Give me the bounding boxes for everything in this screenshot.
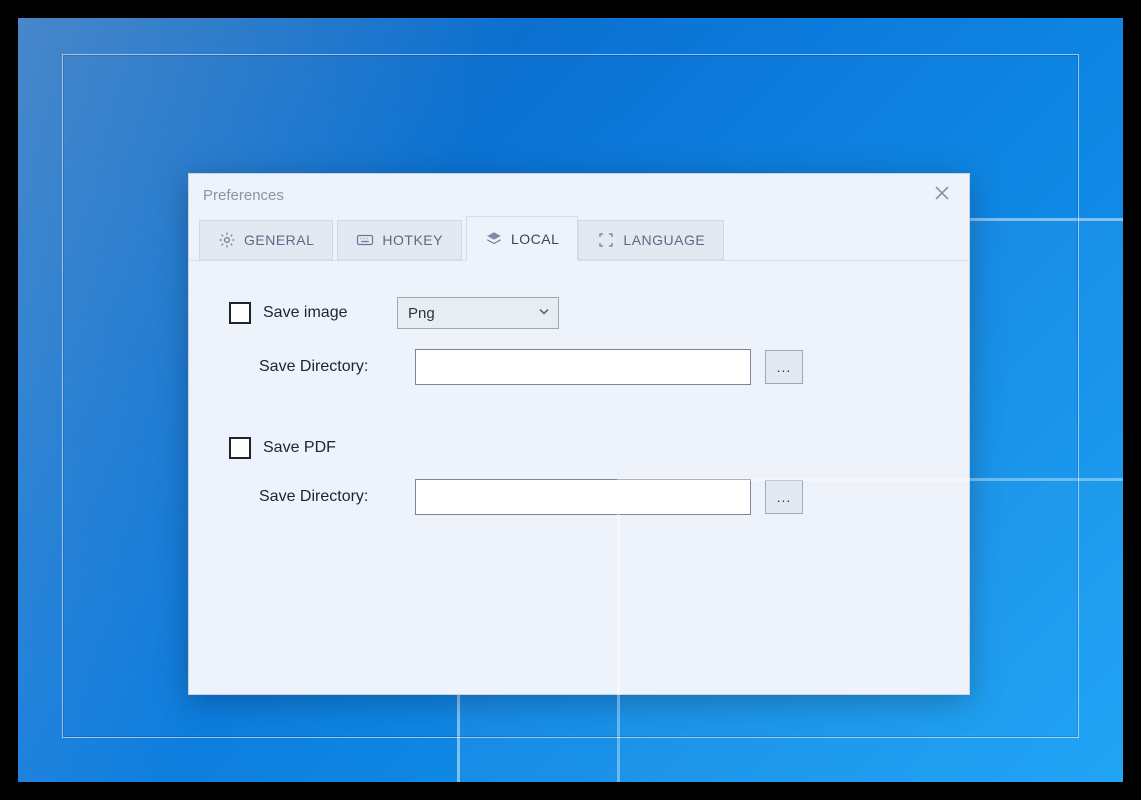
tab-language-label: LANGUAGE <box>623 232 705 248</box>
browse-pdf-dir-button[interactable]: ... <box>765 480 803 514</box>
tab-general[interactable]: GENERAL <box>199 220 333 260</box>
chevron-down-icon <box>538 305 550 322</box>
keyboard-icon <box>356 231 374 249</box>
save-pdf-row: Save PDF <box>229 437 929 459</box>
save-image-label: Save image <box>263 304 383 322</box>
image-format-value: Png <box>408 305 435 322</box>
save-pdf-dir-input[interactable] <box>415 479 751 515</box>
browse-image-dir-button[interactable]: ... <box>765 350 803 384</box>
desktop-background: Preferences GENERAL HOTKEY <box>18 18 1123 782</box>
save-pdf-label: Save PDF <box>263 439 383 457</box>
dialog-titlebar: Preferences <box>189 174 969 216</box>
save-pdf-checkbox[interactable] <box>229 437 251 459</box>
tab-general-label: GENERAL <box>244 232 314 248</box>
save-image-checkbox[interactable] <box>229 302 251 324</box>
layers-icon <box>485 230 503 248</box>
image-format-select[interactable]: Png <box>397 297 559 329</box>
save-pdf-dir-label: Save Directory: <box>259 488 409 506</box>
tab-hotkey-label: HOTKEY <box>382 232 443 248</box>
gear-icon <box>218 231 236 249</box>
save-image-dir-row: Save Directory: ... <box>229 349 929 385</box>
tab-local[interactable]: LOCAL <box>466 216 578 261</box>
save-image-dir-label: Save Directory: <box>259 358 409 376</box>
save-image-dir-input[interactable] <box>415 349 751 385</box>
tab-pane-local: Save image Png Save Directory: ... Save … <box>189 261 969 571</box>
close-button[interactable] <box>929 182 955 208</box>
close-icon <box>935 186 949 204</box>
browse-label-2: ... <box>777 489 792 505</box>
save-image-row: Save image Png <box>229 297 929 329</box>
save-pdf-dir-row: Save Directory: ... <box>229 479 929 515</box>
dialog-title: Preferences <box>203 187 284 204</box>
tab-local-label: LOCAL <box>511 231 559 247</box>
frame-icon <box>597 231 615 249</box>
preferences-dialog: Preferences GENERAL HOTKEY <box>188 173 970 695</box>
tab-hotkey[interactable]: HOTKEY <box>337 220 462 260</box>
browse-label: ... <box>777 359 792 375</box>
tab-bar: GENERAL HOTKEY LOCAL LANGUAGE <box>189 216 969 261</box>
tab-language[interactable]: LANGUAGE <box>578 220 724 260</box>
